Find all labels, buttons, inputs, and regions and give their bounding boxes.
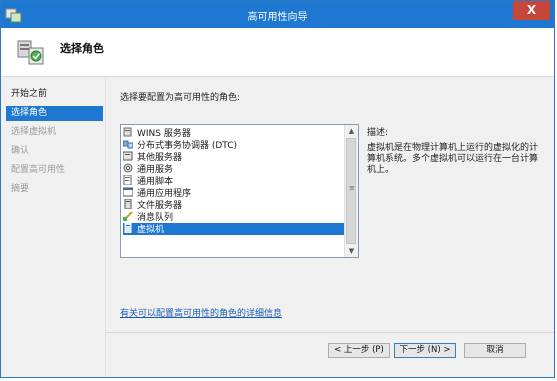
step-select-role[interactable]: 选择角色 xyxy=(6,106,103,121)
file-server-icon xyxy=(124,199,132,209)
footer-divider xyxy=(106,332,554,333)
gear-icon xyxy=(123,163,133,173)
step-select-vm: 选择虚拟机 xyxy=(11,127,57,137)
script-icon xyxy=(123,175,132,185)
list-item[interactable]: 其他服务器 xyxy=(123,151,347,163)
role-list-scrollbar[interactable]: ▲ ≡ ▼ xyxy=(344,125,358,257)
list-item[interactable]: 文件服务器 xyxy=(123,199,347,211)
list-item[interactable]: 通用应用程序 xyxy=(123,187,347,199)
page-header: 选择角色 xyxy=(1,28,554,77)
title-bar: 高可用性向导 X xyxy=(1,1,554,28)
step-summary: 摘要 xyxy=(11,184,30,194)
step-configure-ha: 配置高可用性 xyxy=(11,165,66,175)
scroll-down-icon[interactable]: ▼ xyxy=(345,245,358,257)
step-before-you-begin[interactable]: 开始之前 xyxy=(6,87,103,102)
wizard-steps: 开始之前 选择角色 选择虚拟机 确认 配置高可用性 摘要 xyxy=(1,77,111,377)
main-content: 选择要配置为高可用性的角色: WINS 服务器 分布式事务协调器 (DTC) 其… xyxy=(106,77,554,377)
list-item[interactable]: 通用脚本 xyxy=(123,175,347,187)
grip-icon: ≡ xyxy=(349,184,355,192)
list-item[interactable]: 分布式事务协调器 (DTC) xyxy=(123,139,347,151)
scroll-up-icon[interactable]: ▲ xyxy=(345,125,358,137)
dtc-icon xyxy=(123,140,133,149)
description-text: 虚拟机是在物理计算机上运行的虚拟化的计算机系统。多个虚拟机可以运行在一台计算机上… xyxy=(367,143,539,175)
scroll-thumb[interactable]: ≡ xyxy=(346,138,356,244)
role-list[interactable]: WINS 服务器 分布式事务协调器 (DTC) 其他服务器 通用服务 通用脚本 … xyxy=(120,124,359,258)
application-icon xyxy=(123,187,133,197)
role-prompt: 选择要配置为高可用性的角色: xyxy=(120,93,241,103)
page-title: 选择角色 xyxy=(60,42,104,55)
description-label: 描述: xyxy=(367,128,389,138)
list-item[interactable]: WINS 服务器 xyxy=(123,127,347,139)
step-confirm: 确认 xyxy=(11,146,30,156)
window-title: 高可用性向导 xyxy=(247,12,308,23)
previous-button[interactable]: < 上一步 (P) xyxy=(328,343,390,358)
list-item[interactable]: 通用服务 xyxy=(123,163,347,175)
server-icon xyxy=(123,151,133,161)
next-button[interactable]: 下一步 (N) > xyxy=(394,343,456,358)
list-item-selected[interactable]: 虚拟机 xyxy=(123,223,347,235)
message-queue-icon xyxy=(123,211,133,221)
virtual-machine-icon xyxy=(124,223,132,233)
close-button[interactable]: X xyxy=(513,1,550,20)
cancel-button[interactable]: 取消 xyxy=(464,343,526,358)
wizard-window: 高可用性向导 X 选择角色 开始之前 选择角色 选择虚拟机 确认 配置高可用性 … xyxy=(0,0,555,378)
server-icon xyxy=(123,127,132,137)
cluster-role-icon xyxy=(17,40,44,65)
more-info-link[interactable]: 有关可以配置高可用性的角色的详细信息 xyxy=(120,306,282,319)
list-item[interactable]: 消息队列 xyxy=(123,211,347,223)
